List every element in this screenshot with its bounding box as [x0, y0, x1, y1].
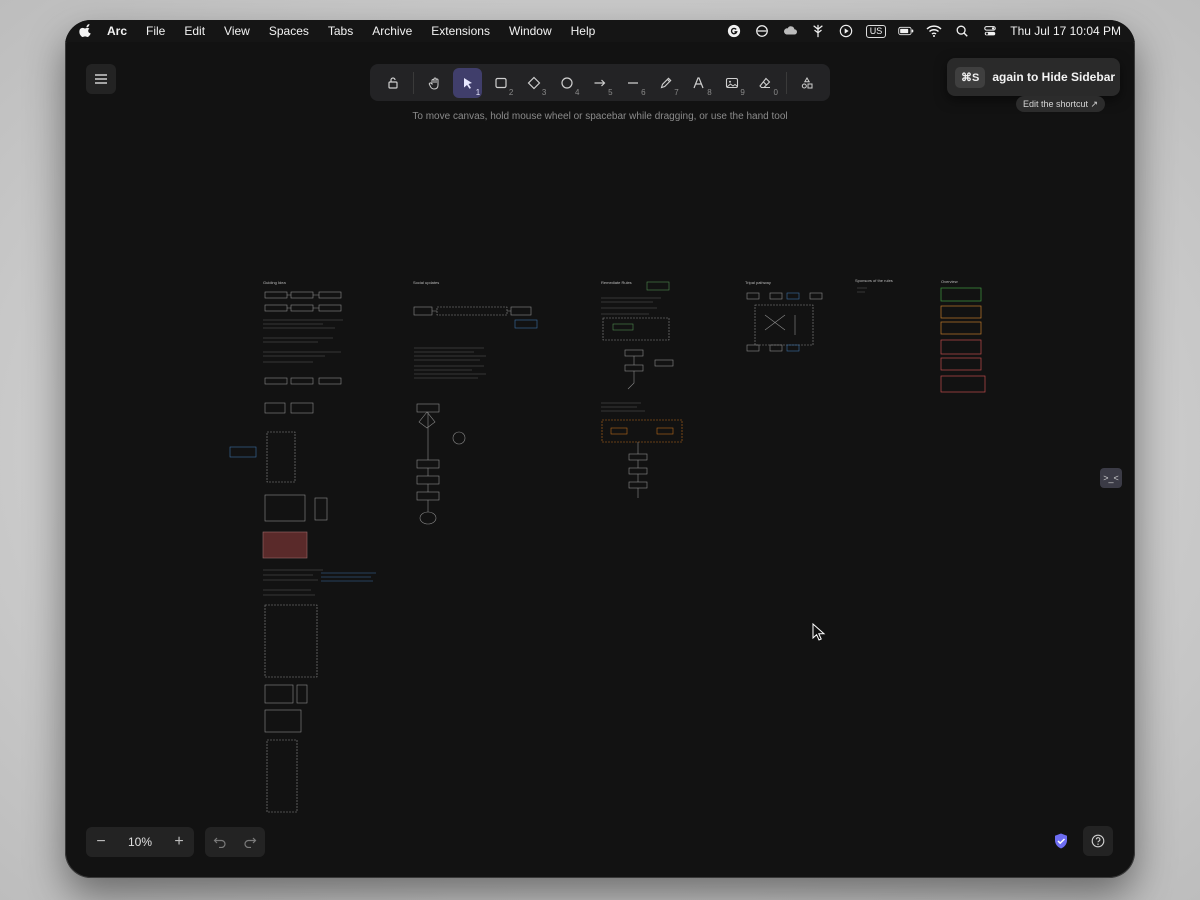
- tool-shortcut-key: 7: [674, 87, 679, 97]
- ellipse-icon: [561, 76, 573, 89]
- hand-icon: [428, 77, 439, 90]
- canvas-column-tripal: Tripal pathway: [745, 280, 823, 352]
- canvas-section-title: Guiding Idea: [263, 280, 286, 285]
- tool-diamond[interactable]: 3: [519, 68, 548, 98]
- tool-rectangle[interactable]: 2: [486, 68, 515, 98]
- zoom-in-button[interactable]: +: [172, 833, 186, 851]
- tool-selection[interactable]: 1: [453, 67, 483, 98]
- canvas-column-guiding-idea: Guiding Idea: [262, 280, 343, 813]
- sidebar-peek-button[interactable]: >_<: [1100, 468, 1122, 488]
- tool-palette: 1 2 3 4 5 6 7 8 9 0: [370, 64, 830, 101]
- tool-eraser[interactable]: 0: [751, 68, 780, 98]
- toolbar-divider: [413, 71, 415, 94]
- canvas-blue-notes: [229, 446, 376, 582]
- main-menu-button[interactable]: [86, 64, 116, 94]
- shield-icon[interactable]: [1052, 832, 1070, 850]
- eraser-icon: [759, 77, 771, 88]
- arc-window: Arc File Edit View Spaces Tabs Archive E…: [65, 20, 1135, 878]
- lock-icon: [387, 76, 398, 89]
- tool-shortcut-key: 4: [574, 87, 580, 97]
- zoom-level[interactable]: 10%: [128, 835, 152, 849]
- tool-arrow[interactable]: 5: [585, 68, 614, 98]
- canvas-section-title: Remediate Rules: [601, 280, 632, 285]
- edit-shortcut-link[interactable]: Edit the shortcut ↗: [1016, 96, 1106, 112]
- canvas-section-title: Social updates: [413, 280, 439, 285]
- canvas-column-remediate: Remediate Rules: [601, 280, 683, 498]
- canvas-column-social-updates: Social updates: [413, 280, 538, 525]
- image-icon: [726, 77, 739, 88]
- text-icon: [693, 76, 704, 88]
- canvas-section-title: Overview: [941, 279, 958, 284]
- canvas-column-sponsors: Sponsors of the rules: [855, 278, 893, 293]
- canvas-section-title: Sponsors of the rules: [855, 278, 893, 283]
- tool-text[interactable]: 8: [685, 68, 714, 98]
- canvas-section-title: Tripal pathway: [745, 280, 771, 285]
- redo-icon[interactable]: [243, 836, 257, 848]
- canvas-column-overview: Overview: [940, 279, 986, 393]
- line-icon: [628, 81, 639, 84]
- tool-more-shapes[interactable]: [793, 68, 822, 98]
- question-mark-icon: [1091, 834, 1105, 848]
- tool-lock[interactable]: [378, 68, 407, 98]
- diamond-icon: [527, 76, 541, 89]
- history-controls: [205, 827, 265, 857]
- tool-draw[interactable]: 7: [652, 68, 681, 98]
- tool-line[interactable]: 6: [619, 68, 648, 98]
- canvas-hint: To move canvas, hold mouse wheel or spac…: [412, 111, 788, 122]
- hamburger-icon: [95, 74, 107, 84]
- tool-shortcut-key: 6: [641, 87, 646, 97]
- selection-cursor-icon: [463, 77, 472, 89]
- tool-shortcut-key: 8: [707, 87, 712, 97]
- pencil-icon: [660, 77, 672, 88]
- help-button[interactable]: [1083, 826, 1113, 856]
- shortcut-key-badge: ⌘S: [955, 66, 986, 88]
- zoom-controls: − 10% +: [86, 827, 194, 857]
- undo-icon[interactable]: [213, 836, 227, 848]
- mouse-pointer-icon: [812, 623, 826, 641]
- shapes-library-icon: [802, 76, 813, 88]
- tool-image[interactable]: 9: [718, 68, 747, 98]
- tooltip-text: again to Hide Sidebar: [992, 70, 1116, 84]
- tool-hand[interactable]: [420, 68, 449, 98]
- arrow-icon: [594, 79, 606, 86]
- drawing-canvas[interactable]: Guiding Idea Social updates Remediate Ru…: [65, 20, 1135, 878]
- tool-shortcut-key: 1: [475, 87, 481, 97]
- tool-shortcut-key: 9: [740, 87, 745, 97]
- tool-shortcut-key: 5: [608, 87, 613, 97]
- tool-shortcut-key: 0: [773, 87, 778, 97]
- tool-ellipse[interactable]: 4: [552, 68, 581, 98]
- rectangle-icon: [495, 77, 507, 88]
- hide-sidebar-tooltip: ⌘S again to Hide Sidebar: [947, 58, 1120, 96]
- tool-shortcut-key: 2: [508, 87, 514, 97]
- tool-shortcut-key: 3: [541, 87, 547, 97]
- zoom-out-button[interactable]: −: [94, 833, 108, 851]
- toolbar-divider: [785, 71, 787, 94]
